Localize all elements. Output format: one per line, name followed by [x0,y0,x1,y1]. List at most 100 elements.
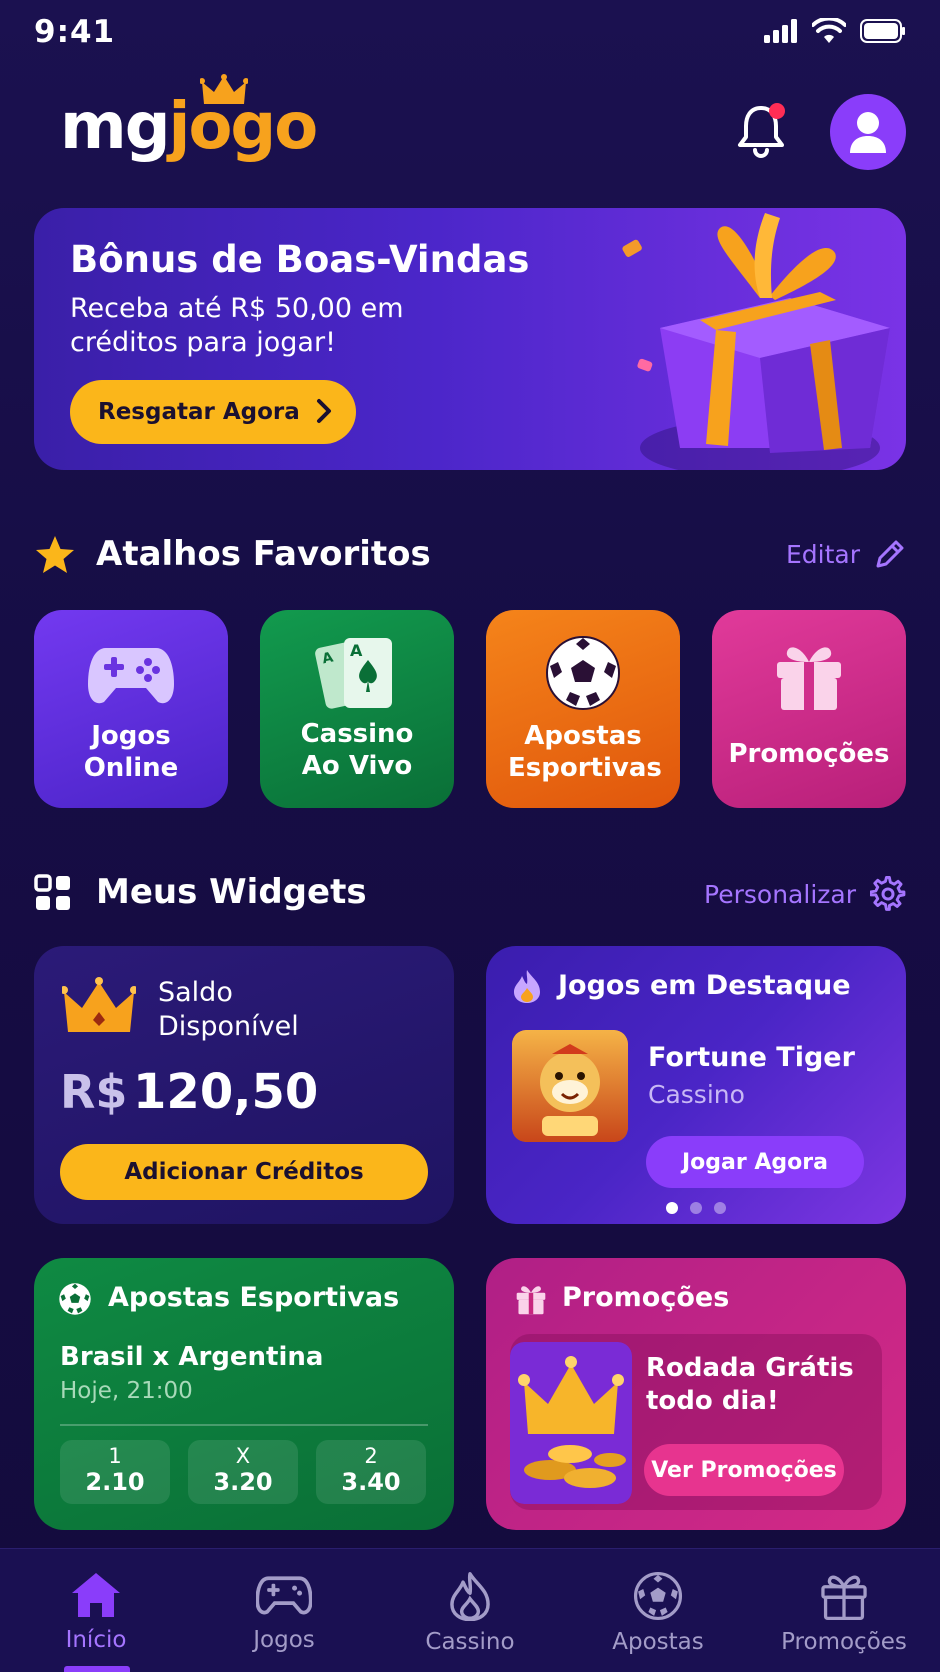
balance-label: Saldo Disponível [158,977,299,1042]
shortcut-label: Cassino Ao Vivo [300,719,414,781]
shortcut-label: Apostas Esportivas [508,721,662,783]
user-icon [850,112,886,153]
home-icon [72,1573,120,1617]
redeem-button[interactable]: Resgatar Agora [70,380,356,444]
bottom-navigation: Início Jogos Cassino Apostas Promoções [0,1548,940,1672]
odd-button-home[interactable]: 1 2.10 [60,1440,170,1504]
add-credits-button[interactable]: Adicionar Créditos [60,1144,428,1200]
welcome-bonus-banner[interactable]: Bônus de Boas-Vindas Receba até R$ 50,00… [34,208,906,470]
edit-label: Editar [785,539,860,569]
widgets-grid-icon [34,874,70,910]
gamepad-icon [256,1576,312,1615]
logo-text-mg: mg [60,90,170,164]
balance-value: 120,50 [133,1064,319,1120]
odd-button-away[interactable]: 2 3.40 [316,1440,426,1504]
nav-jogos[interactable]: Jogos [190,1571,378,1653]
app-logo[interactable]: mgjogo [60,90,318,164]
nav-inicio[interactable]: Início [2,1571,190,1653]
widgets-title: Meus Widgets [96,872,367,912]
svg-text:A: A [350,641,363,660]
promo-card[interactable]: Rodada Grátis todo dia! Ver Promoções [510,1334,882,1510]
crown-coins-image [510,1342,632,1504]
match-name: Brasil x Argentina [60,1342,324,1372]
gift-illustration [622,213,890,470]
featured-game-name: Fortune Tiger [648,1042,855,1073]
banner-subtitle: Receba até R$ 50,00 em créditos para jog… [70,293,404,358]
nav-promocoes[interactable]: Promoções [750,1571,938,1655]
see-promotions-label: Ver Promoções [651,1457,837,1483]
shortcut-label: Jogos Online [83,721,179,783]
status-time: 9:41 [34,14,116,50]
nav-label: Apostas [612,1629,704,1655]
shortcut-promocoes[interactable]: Promoções [712,610,906,808]
pencil-icon [876,540,904,568]
nav-cassino[interactable]: Cassino [376,1571,564,1655]
app-header: mgjogo [0,70,940,200]
balance-currency: R$ [60,1065,128,1119]
odd-key: 2 [364,1444,378,1468]
featured-title: Jogos em Destaque [558,970,851,1001]
carousel-dot[interactable] [714,1202,726,1214]
crown-icon [62,977,136,1032]
star-icon [36,536,74,573]
gift-icon [516,1286,546,1315]
carousel-dot-active[interactable] [666,1202,678,1214]
featured-games-widget: Jogos em Destaque Fortune Tiger Cassino … [486,946,906,1224]
nav-label: Jogos [253,1627,315,1653]
gear-icon [870,876,906,911]
odd-button-draw[interactable]: X 3.20 [188,1440,298,1504]
match-time: Hoje, 21:00 [60,1378,193,1404]
odd-value: 2.10 [85,1468,145,1496]
odd-key: X [235,1444,251,1468]
banner-title: Bônus de Boas-Vindas [70,238,530,281]
battery-icon [860,19,905,43]
soccer-ball-icon [59,1283,91,1315]
shortcut-label: Promoções [728,739,890,769]
balance-widget: Saldo Disponível R$ 120,50 Adicionar Cré… [34,946,454,1224]
wifi-icon [812,18,846,43]
profile-avatar[interactable] [830,94,906,170]
status-bar: 9:41 [0,0,940,66]
odd-value: 3.40 [341,1468,401,1496]
nav-label: Cassino [425,1629,515,1655]
chevron-right-icon [317,399,331,423]
nav-label: Início [65,1627,127,1653]
shortcuts-title: Atalhos Favoritos [96,534,431,574]
add-credits-label: Adicionar Créditos [124,1159,364,1185]
shortcuts-header: Atalhos Favoritos Editar [34,528,906,578]
play-now-label: Jogar Agora [682,1149,828,1175]
signal-icon [764,19,797,43]
customize-widgets-link[interactable]: Personalizar [704,876,906,912]
shortcut-jogos-online[interactable]: Jogos Online [34,610,228,808]
sports-title: Apostas Esportivas [108,1282,400,1313]
shortcut-cassino-ao-vivo[interactable]: A A Cassino Ao Vivo [260,610,454,808]
promo-headline: Rodada Grátis todo dia! [646,1353,854,1416]
crown-icon [200,74,248,104]
edit-shortcuts-link[interactable]: Editar [786,538,906,570]
carousel-dots [666,1202,726,1214]
promotions-title: Promoções [562,1282,730,1313]
flame-icon [514,970,540,1003]
redeem-button-label: Resgatar Agora [98,399,300,425]
divider [60,1424,428,1426]
play-now-button[interactable]: Jogar Agora [646,1136,864,1188]
carousel-dot[interactable] [690,1202,702,1214]
see-promotions-button[interactable]: Ver Promoções [644,1444,844,1496]
promotions-widget: Promoções Rodada Grátis todo dia! Ver Pr… [486,1258,906,1530]
nav-label: Promoções [781,1629,907,1655]
fortune-tiger-thumbnail[interactable] [512,1030,628,1142]
nav-apostas[interactable]: Apostas [564,1571,752,1655]
soccer-ball-icon [546,636,620,710]
notification-dot [769,103,785,119]
shortcut-apostas-esportivas[interactable]: Apostas Esportivas [486,610,680,808]
bell-icon[interactable] [736,102,786,158]
odd-key: 1 [108,1444,122,1468]
balance-amount: R$ 120,50 [60,1064,318,1120]
widgets-header: Meus Widgets Personalizar [34,866,906,916]
gift-icon [821,1575,867,1621]
status-icons [764,18,906,44]
customize-label: Personalizar [704,879,856,909]
flame-icon [450,1572,490,1621]
gamepad-icon [88,648,174,704]
soccer-ball-icon [633,1571,683,1621]
